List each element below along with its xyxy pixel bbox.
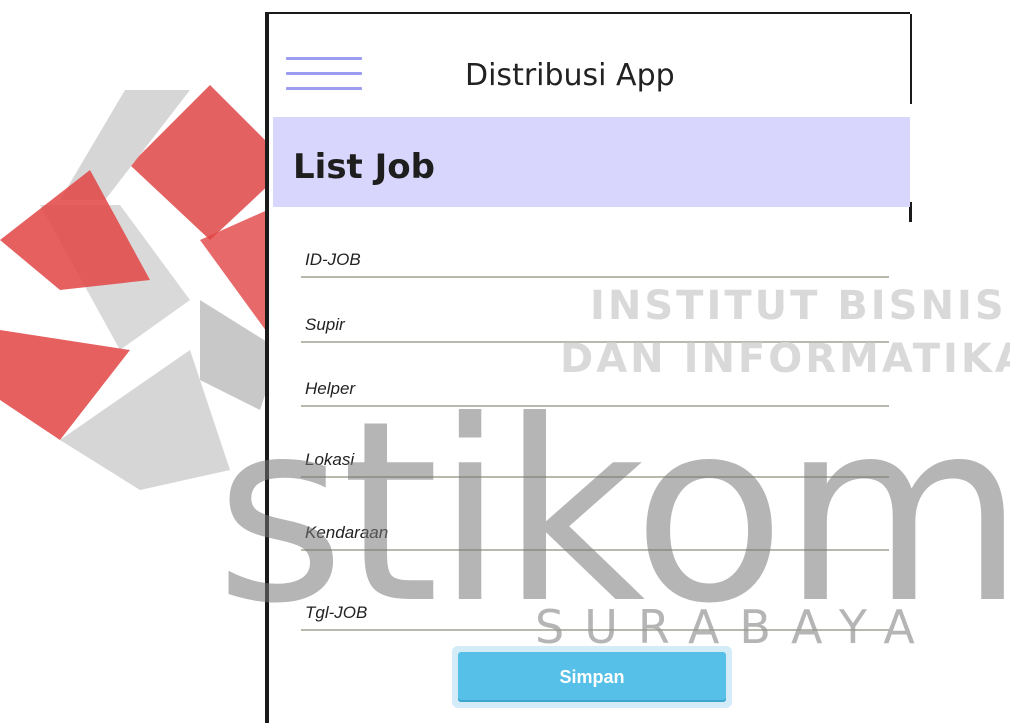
phone-screen: Distribusi App List Job ID-JOB Supir Hel… [265,12,912,723]
helper-field[interactable]: Helper [301,375,889,407]
field-label: Kendaraan [305,523,389,542]
field-label: Lokasi [305,450,355,469]
field-label: Helper [305,379,356,398]
tgl-job-field[interactable]: Tgl-JOB [301,599,889,631]
section-header: List Job [273,117,910,207]
app-bar: Distribusi App [269,14,910,117]
app-title: Distribusi App [465,58,675,93]
simpan-button-wrap[interactable]: Simpan [452,646,732,708]
lokasi-field[interactable]: Lokasi [301,446,889,478]
hamburger-menu-icon[interactable] [286,57,362,93]
page-title: List Job [293,147,435,187]
field-label: Tgl-JOB [305,603,368,622]
simpan-button[interactable]: Simpan [458,652,726,702]
supir-field[interactable]: Supir [301,311,889,343]
kendaraan-field[interactable]: Kendaraan [301,519,889,551]
field-label: Supir [305,315,345,334]
id-job-field[interactable]: ID-JOB [301,246,889,278]
field-label: ID-JOB [305,250,361,269]
